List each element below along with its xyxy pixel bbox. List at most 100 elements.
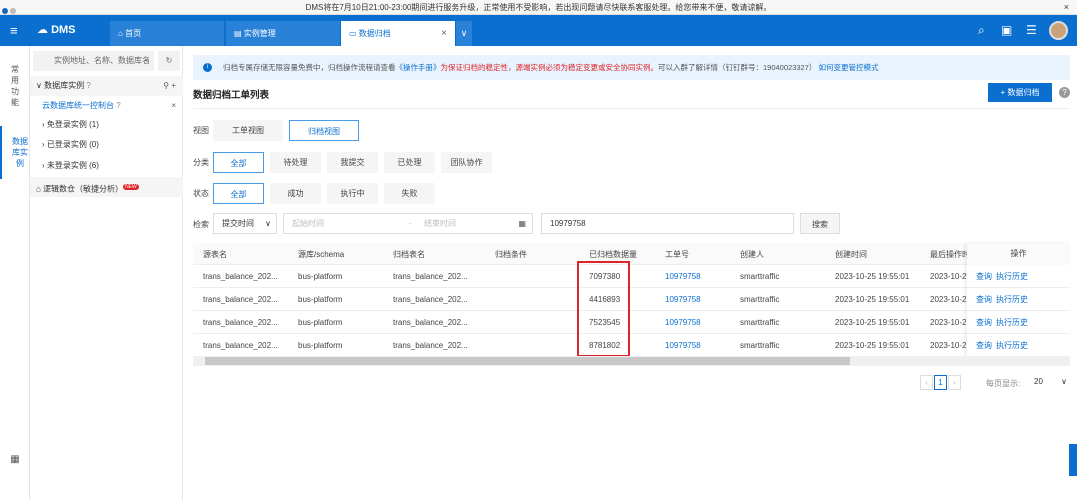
category-pending[interactable]: 待处理 — [270, 152, 321, 173]
start-placeholder: 起始时间 — [292, 219, 324, 228]
search-label: 检索 — [193, 220, 209, 229]
category-all[interactable]: 全部 — [213, 152, 264, 173]
query-link[interactable]: 查询 — [976, 272, 992, 281]
section-db-instances[interactable]: ∨ 数据库实例 ? ⚲ + — [30, 76, 183, 96]
query-link[interactable]: 查询 — [976, 318, 992, 327]
banner-text: DMS将在7月10日21:00-23:00期间进行服务升级，正常使用不受影响，若… — [305, 3, 772, 12]
table-cell: smarttraffic — [740, 318, 780, 327]
actions-column: 操作 查询 执行历史 查询 执行历史 查询 执行历史 查询 执行历史 — [967, 243, 1070, 358]
search-icon[interactable]: ⌕ — [146, 51, 150, 71]
instance-search-input[interactable]: 实例地址、名称、数据库名 ⌕ — [33, 51, 154, 71]
ticket-icon[interactable]: ☰ — [1026, 23, 1037, 37]
group-not-logged[interactable]: › 未登录实例 (6) — [30, 156, 183, 176]
table-cell: trans_balance_202... — [393, 318, 468, 327]
scrollbar-thumb[interactable] — [205, 357, 850, 365]
view-ticket-button[interactable]: 工单视图 — [213, 120, 283, 141]
date-range-input[interactable]: 起始时间 - 结束时间 ▦ — [283, 213, 533, 234]
table-cell: 2023-10-25 — [930, 341, 971, 350]
top-header: ≡ ☁ DMS ⌂ 首页 ▤ 实例管理 ▭ 数据归档 × ∨ ⌕ ▣ ☰ — [0, 15, 1077, 46]
group-label: 免登录实例 (1) — [46, 120, 99, 129]
rail-item-common[interactable]: 常用功能 — [10, 64, 20, 108]
group-label: 已登录实例 (0) — [46, 140, 99, 149]
view-label: 视图 — [193, 126, 209, 135]
add-archive-button[interactable]: + 数据归档 — [988, 83, 1052, 102]
chevron-down-icon: ∨ — [1061, 377, 1067, 386]
logic-warehouse[interactable]: ⌂ 逻辑数仓（敏捷分析） NEW — [30, 177, 183, 197]
prev-page-button[interactable]: ‹ — [920, 375, 933, 390]
console-link[interactable]: 云数据库统一控制台 ? × — [30, 96, 183, 116]
refresh-icon[interactable]: ↻ — [158, 51, 180, 71]
manual-link[interactable]: 《操作手册》 — [396, 63, 441, 72]
status-running[interactable]: 执行中 — [327, 183, 378, 204]
user-avatar[interactable] — [1049, 21, 1068, 40]
logic-label: 逻辑数仓（敏捷分析） — [43, 184, 124, 194]
search-placeholder: 实例地址、名称、数据库名 — [54, 56, 150, 65]
view-archive-button[interactable]: 归档视图 — [289, 120, 359, 141]
tab-data-archive[interactable]: ▭ 数据归档 × — [341, 21, 455, 46]
time-type-select[interactable]: 提交时间 ∨ — [213, 213, 277, 234]
column-header: 源库/schema — [298, 250, 345, 259]
end-placeholder: 结束时间 — [424, 219, 456, 228]
table-row: trans_balance_202... bus-platform trans_ba… — [193, 334, 1070, 357]
close-tab-icon[interactable]: × — [441, 21, 447, 46]
history-link[interactable]: 执行历史 — [996, 318, 1028, 327]
page-size-select[interactable]: 20 ∨ — [1026, 374, 1069, 391]
table-cell: 2023-10-25 19:55:01 — [835, 318, 910, 327]
close-icon[interactable]: × — [171, 96, 176, 116]
side-float-button[interactable] — [1069, 444, 1077, 476]
group-logged-in[interactable]: › 已登录实例 (0) — [30, 135, 183, 155]
category-team[interactable]: 团队协作 — [441, 152, 492, 173]
tab-home[interactable]: ⌂ 首页 — [110, 21, 224, 46]
divider — [193, 108, 1070, 109]
horizontal-scrollbar[interactable] — [193, 356, 1070, 366]
new-badge: NEW — [123, 184, 139, 190]
change-mode-link[interactable]: 如何变更管控模式 — [818, 63, 878, 72]
history-link[interactable]: 执行历史 — [996, 341, 1028, 350]
keyword-input[interactable]: 10979758 — [541, 213, 794, 234]
status-failed[interactable]: 失败 — [384, 183, 435, 204]
calendar-icon[interactable]: ▦ — [518, 214, 526, 233]
category-processed[interactable]: 已处理 — [384, 152, 435, 173]
next-page-button[interactable]: › — [948, 375, 961, 390]
tab-instance-management[interactable]: ▤ 实例管理 — [226, 21, 340, 46]
history-link[interactable]: 执行历史 — [996, 295, 1028, 304]
help-icon[interactable]: ? — [86, 81, 90, 90]
close-icon[interactable]: × — [1064, 0, 1069, 15]
ticket-link[interactable]: 10979758 — [665, 334, 701, 357]
category-submitted[interactable]: 我提交 — [327, 152, 378, 173]
status-all[interactable]: 全部 — [213, 183, 264, 204]
table-cell: trans_balance_202... — [203, 295, 278, 304]
logo[interactable]: ☁ DMS — [37, 23, 76, 36]
ticket-link[interactable]: 10979758 — [665, 288, 701, 311]
announcement-banner: DMS将在7月10日21:00-23:00期间进行服务升级，正常使用不受影响，若… — [0, 0, 1077, 15]
ticket-link[interactable]: 10979758 — [665, 265, 701, 288]
column-header: 归档条件 — [495, 250, 527, 259]
tabs-dropdown-chevron-icon[interactable]: ∨ — [456, 21, 472, 46]
grid-icon[interactable]: ▦ — [10, 454, 20, 465]
console-label: 云数据库统一控制台 — [42, 101, 114, 110]
table-row: trans_balance_202... bus-platform trans_ba… — [193, 311, 1070, 334]
help-icon[interactable]: ? — [1059, 87, 1070, 98]
ticket-link[interactable]: 10979758 — [665, 311, 701, 334]
query-link[interactable]: 查询 — [976, 341, 992, 350]
search-icon[interactable]: ⌕ — [978, 23, 985, 38]
filter-add-icons[interactable]: ⚲ + — [163, 76, 176, 96]
help-icon[interactable]: ? — [116, 101, 120, 110]
workspace-icon[interactable]: ▣ — [1001, 23, 1012, 37]
left-rail: 常用功能 数据库实例 ▦ — [0, 46, 30, 500]
search-button[interactable]: 搜索 — [800, 213, 840, 234]
table-cell: smarttraffic — [740, 341, 780, 350]
row-actions: 查询 执行历史 — [967, 288, 1070, 311]
table-cell: trans_balance_202... — [203, 341, 278, 350]
status-success[interactable]: 成功 — [270, 183, 321, 204]
column-header: 创建人 — [740, 250, 764, 259]
table-cell: 2023-10-25 — [930, 295, 971, 304]
page-size-value: 20 — [1034, 377, 1043, 386]
table-cell: 2023-10-25 19:55:01 — [835, 295, 910, 304]
menu-icon[interactable]: ≡ — [10, 23, 18, 38]
rail-item-db-instances[interactable]: 数据库实例 — [0, 126, 30, 179]
query-link[interactable]: 查询 — [976, 295, 992, 304]
group-no-login[interactable]: › 免登录实例 (1) — [30, 115, 183, 135]
history-link[interactable]: 执行历史 — [996, 272, 1028, 281]
page-1[interactable]: 1 — [934, 375, 947, 390]
